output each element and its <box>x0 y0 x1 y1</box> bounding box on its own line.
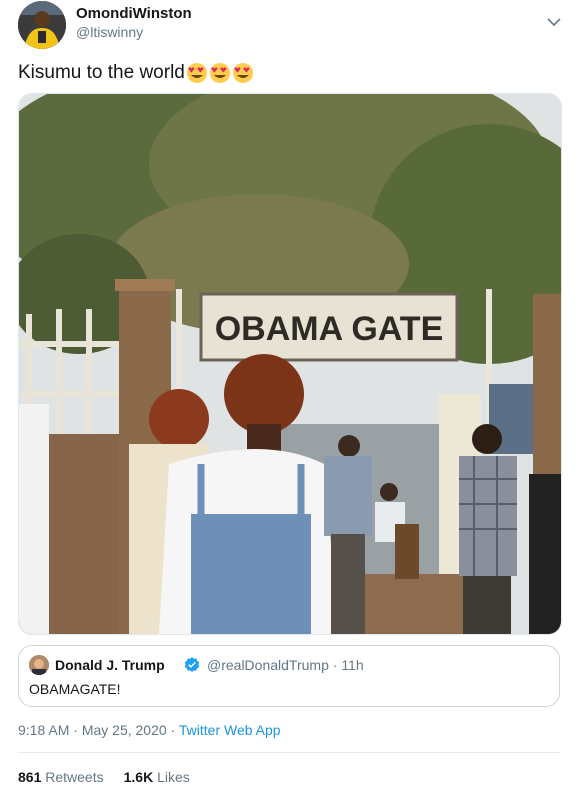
retweets-stat[interactable]: 861 Retweets <box>18 769 104 785</box>
tweet-text-body: Kisumu to the world <box>18 62 185 83</box>
chevron-down-icon[interactable] <box>544 12 564 32</box>
meta-separator-1: · <box>69 722 82 738</box>
profile-avatar-icon <box>18 1 66 49</box>
tweet-stats: 861 Retweets 1.6K Likes <box>18 769 190 785</box>
profile-avatar-icon <box>29 655 49 675</box>
author-display-name[interactable]: OmondiWinston <box>76 5 192 22</box>
gate-sign-text: OBAMA GATE <box>215 310 444 348</box>
quoted-handle-line: @realDonaldTrump · 11h <box>207 657 364 673</box>
quoted-text: OBAMAGATE! <box>29 681 121 697</box>
tweet-source-app[interactable]: Twitter Web App <box>179 722 281 738</box>
quoted-separator: · <box>328 657 342 673</box>
tweet-time[interactable]: 9:18 AM <box>18 722 69 738</box>
tweet-date[interactable]: May 25, 2020 <box>82 722 167 738</box>
author-avatar[interactable] <box>18 1 66 49</box>
photo-gate-scene: OBAMA GATE <box>19 94 561 634</box>
quoted-time[interactable]: 11h <box>341 657 363 673</box>
retweets-count: 861 <box>18 769 42 785</box>
heart-eyes-emoji-icon <box>209 63 230 83</box>
divider <box>18 752 560 753</box>
likes-stat[interactable]: 1.6K Likes <box>124 769 190 785</box>
heart-eyes-emoji-icon <box>232 63 253 83</box>
verified-badge-icon <box>184 657 200 672</box>
tweet-meta: 9:18 AM · May 25, 2020 · Twitter Web App <box>18 722 281 738</box>
tweet-container: OmondiWinston @ltiswinny Kisumu to the w… <box>0 0 588 800</box>
heart-eyes-emoji-icon <box>186 63 207 83</box>
meta-separator-2: · <box>166 722 179 738</box>
retweets-label: Retweets <box>45 769 104 785</box>
quoted-handle[interactable]: @realDonaldTrump <box>207 657 329 673</box>
quoted-tweet[interactable]: Donald J. Trump @realDonaldTrump · 11h O… <box>18 645 560 707</box>
quoted-display-name[interactable]: Donald J. Trump <box>55 657 165 673</box>
tweet-text: Kisumu to the world <box>18 62 254 84</box>
likes-count: 1.6K <box>123 769 154 785</box>
author-handle[interactable]: @ltiswinny <box>76 24 143 40</box>
tweet-photo[interactable]: OBAMA GATE <box>18 93 562 635</box>
likes-label: Likes <box>157 769 190 785</box>
quoted-avatar[interactable] <box>29 655 49 675</box>
